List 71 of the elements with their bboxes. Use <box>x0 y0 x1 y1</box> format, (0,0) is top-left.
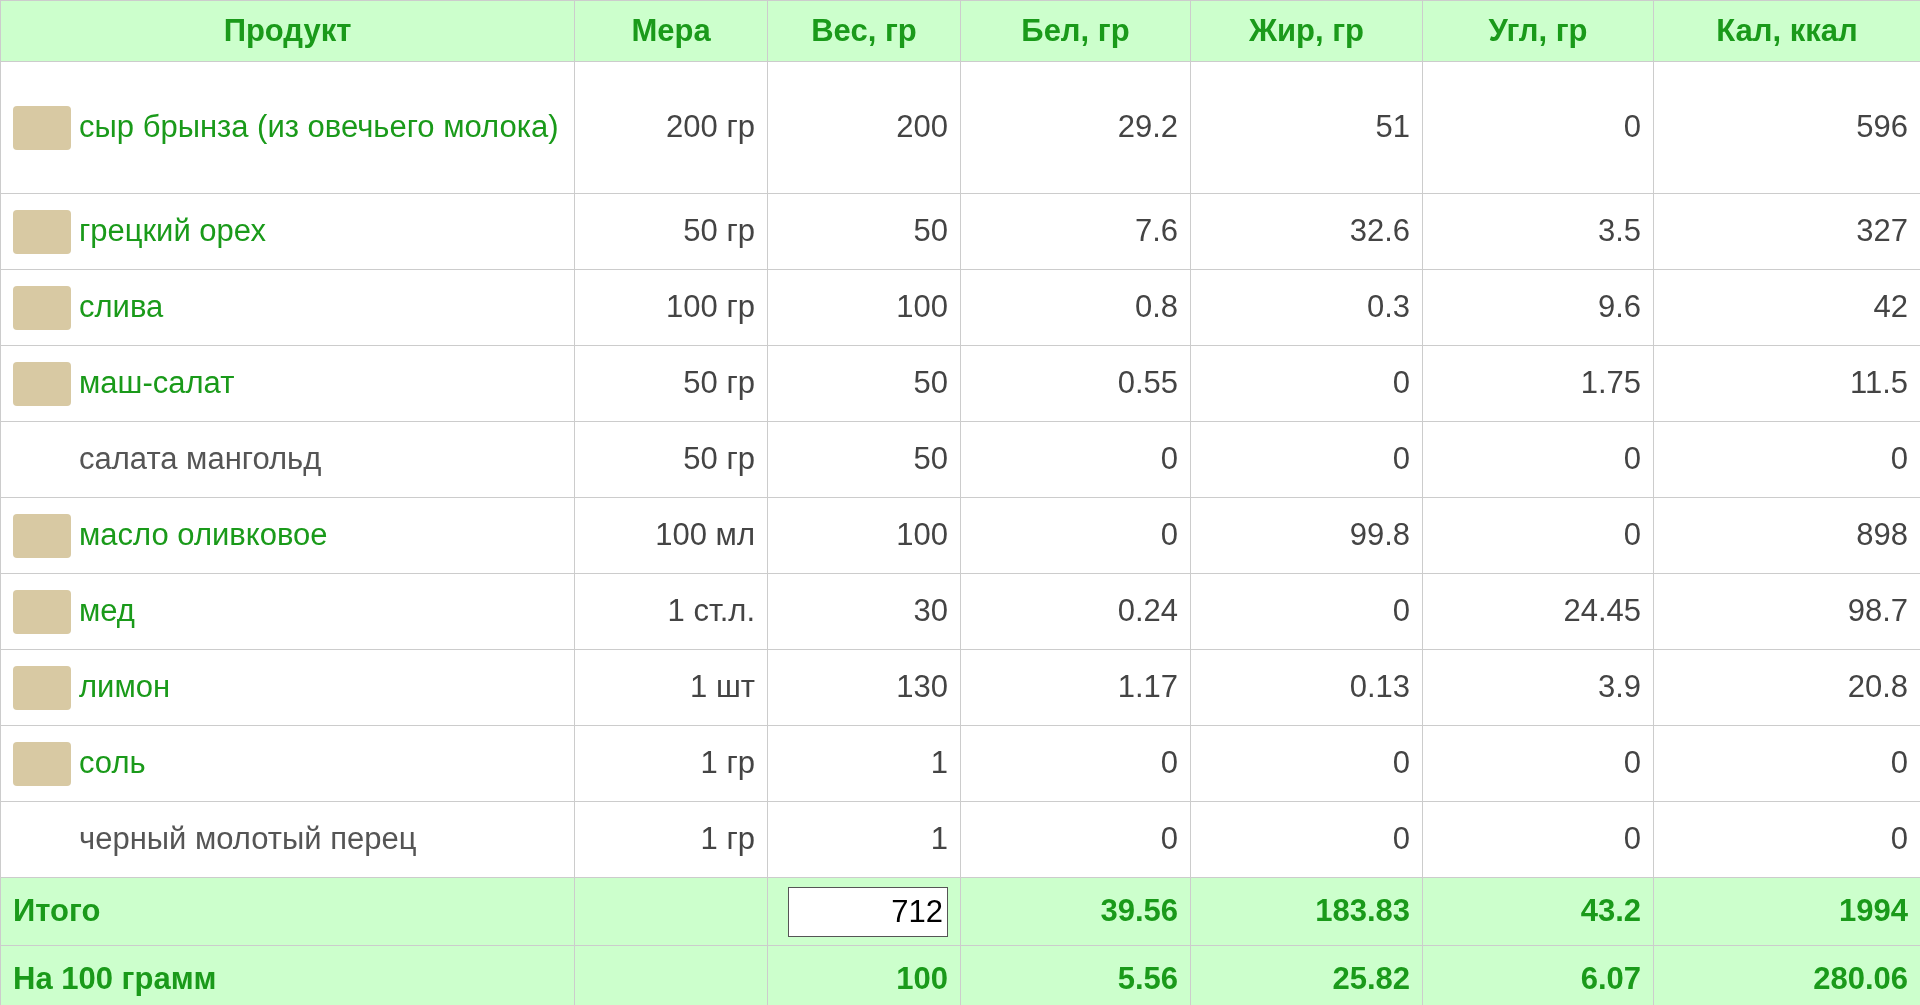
table-cell: 1 ст.л. <box>574 573 768 650</box>
table-cell: 100 <box>767 497 961 574</box>
table-cell: 0 <box>1190 573 1423 650</box>
column-header: Кал, ккал <box>1653 0 1920 62</box>
product-link[interactable]: грецкий орех <box>79 208 266 255</box>
table-cell: 24.45 <box>1422 573 1654 650</box>
table-cell: 1 гр <box>574 725 768 802</box>
product-name: салата мангольд <box>79 440 322 479</box>
table-cell: 99.8 <box>1190 497 1423 574</box>
table-cell: 30 <box>767 573 961 650</box>
table-cell: 1 гр <box>574 801 768 878</box>
table-cell: 200 гр <box>574 61 768 194</box>
table-cell: 0 <box>1190 421 1423 498</box>
table-cell: 200 <box>767 61 961 194</box>
table-cell: 0 <box>1190 801 1423 878</box>
table-cell: 3.5 <box>1422 193 1654 270</box>
total-label: Итого <box>0 877 575 946</box>
product-link[interactable]: слива <box>79 284 164 331</box>
column-header: Бел, гр <box>960 0 1191 62</box>
product-link[interactable]: мед <box>79 588 135 635</box>
table-cell: 1 <box>767 801 961 878</box>
table-cell: 0 <box>1190 345 1423 422</box>
table-cell: 0 <box>1422 61 1654 194</box>
table-cell: 3.9 <box>1422 649 1654 726</box>
table-cell: 7.6 <box>960 193 1191 270</box>
table-cell: 0 <box>960 497 1191 574</box>
column-header: Угл, гр <box>1422 0 1654 62</box>
table-cell: 100 гр <box>574 269 768 346</box>
table-cell: 0 <box>960 801 1191 878</box>
total-cell: 39.56 <box>960 877 1191 946</box>
table-cell: 50 <box>767 193 961 270</box>
table-cell: 29.2 <box>960 61 1191 194</box>
table-cell: 0 <box>1422 497 1654 574</box>
table-cell: 0.55 <box>960 345 1191 422</box>
column-header: Вес, гр <box>767 0 961 62</box>
table-cell: 100 мл <box>574 497 768 574</box>
table-cell: 1.17 <box>960 649 1191 726</box>
product-link[interactable]: соль <box>79 740 146 787</box>
table-cell: 0 <box>1422 801 1654 878</box>
weight-input[interactable]: 712 <box>788 886 948 937</box>
table-cell: 1.75 <box>1422 345 1654 422</box>
table-cell: 0.3 <box>1190 269 1423 346</box>
table-cell: 0.8 <box>960 269 1191 346</box>
table-cell: 130 <box>767 649 961 726</box>
table-cell: 51 <box>1190 61 1423 194</box>
table-cell: 0 <box>960 421 1191 498</box>
table-cell: 0 <box>960 725 1191 802</box>
table-cell: 50 гр <box>574 193 768 270</box>
table-cell: 9.6 <box>1422 269 1654 346</box>
column-header: Продукт <box>0 0 575 62</box>
column-header: Жир, гр <box>1190 0 1423 62</box>
table-cell: 0.24 <box>960 573 1191 650</box>
total-label: На 100 грамм <box>0 945 575 1005</box>
table-cell: 0 <box>1422 725 1654 802</box>
table-cell: 32.6 <box>1190 193 1423 270</box>
product-link[interactable]: лимон <box>79 664 171 711</box>
product-name: черный молотый перец <box>79 820 417 859</box>
table-cell: 1 шт <box>574 649 768 726</box>
product-link[interactable]: маш-салат <box>79 360 235 407</box>
table-cell: 1 <box>767 725 961 802</box>
table-cell: 0 <box>1422 421 1654 498</box>
total-cell: 43.2 <box>1422 877 1654 946</box>
table-cell: 50 <box>767 421 961 498</box>
column-header: Мера <box>574 0 768 62</box>
table-cell: 100 <box>767 269 961 346</box>
table-cell: 0.13 <box>1190 649 1423 726</box>
total-cell: 183.83 <box>1190 877 1423 946</box>
table-cell: 50 гр <box>574 345 768 422</box>
table-cell: 0 <box>1190 725 1423 802</box>
table-cell: 50 <box>767 345 961 422</box>
table-cell: 50 гр <box>574 421 768 498</box>
